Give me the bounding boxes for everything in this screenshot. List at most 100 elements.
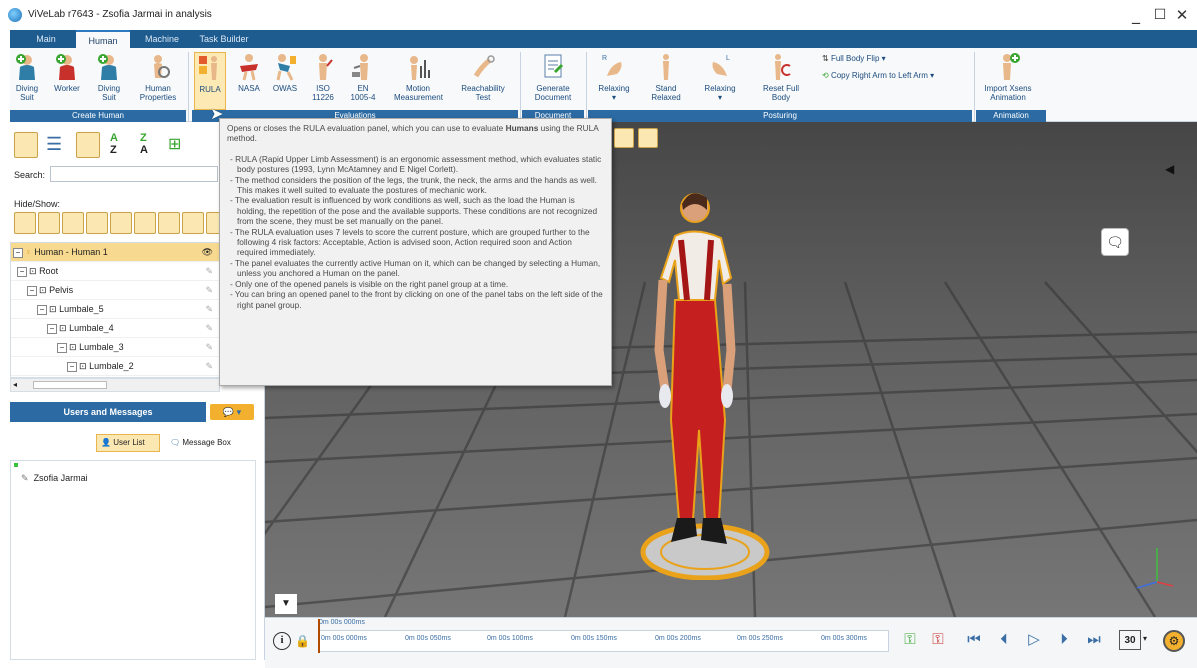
scrollbar-thumb[interactable] (33, 381, 107, 389)
worker-button[interactable]: Worker (50, 52, 84, 110)
bone-icon: ⊡ (79, 361, 87, 371)
minimize-button[interactable]: _ (1125, 4, 1147, 26)
collapse-icon[interactable]: − (67, 361, 77, 372)
rula-button[interactable]: RULA (194, 52, 226, 110)
en-1005-4-button[interactable]: EN 1005-4 (346, 52, 380, 110)
collapse-icon[interactable]: − (17, 266, 27, 277)
pin-icon[interactable]: ✎ (205, 281, 213, 300)
previous-frame-icon[interactable]: ⏴ (995, 630, 1013, 648)
generate-document-button[interactable]: Generate Document (528, 52, 578, 110)
reachability-test-button[interactable]: Reachability Test (456, 52, 510, 110)
tooltip-item: The RULA evaluation uses 7 levels to sco… (235, 227, 604, 258)
diving-suit-button-2[interactable]: Diving Suit (92, 52, 126, 110)
maximize-button[interactable]: ☐ (1149, 4, 1171, 26)
view-toolbar-icon[interactable] (614, 128, 634, 148)
diving-suit-button[interactable]: Diving Suit (10, 52, 44, 110)
add-worker-icon (56, 54, 75, 80)
tree-item-human[interactable]: − ♀ Human - Human 1 👁 (11, 243, 219, 262)
tree-item-lumbale-2[interactable]: − ⊡ Lumbale_2 ✎ (11, 357, 219, 376)
search-input[interactable] (50, 166, 218, 182)
pin-icon[interactable]: ✎ (205, 300, 213, 319)
comment-icon[interactable]: 🗨 (1101, 228, 1129, 256)
hide-show-label: Hide/Show: (14, 199, 61, 209)
tab-main[interactable]: Main (24, 30, 68, 48)
full-body-flip-button[interactable]: ⇅ Full Body Flip ▾ (822, 54, 886, 63)
scene-tree: − ♀ Human - Human 1 👁 − ⊡ Root ✎ − ⊡ Pelvis ✎ … (10, 242, 220, 378)
tree-item-lumbale-4[interactable]: − ⊡ Lumbale_4 ✎ (11, 319, 219, 338)
next-frame-icon[interactable]: ⏵ (1055, 630, 1073, 648)
info-icon[interactable]: i (273, 632, 291, 650)
user-list-button[interactable]: 👤 User List (96, 434, 160, 452)
collapse-icon[interactable]: − (37, 304, 47, 315)
fps-button[interactable]: 30 (1119, 630, 1141, 650)
human-filter-icon[interactable] (14, 212, 36, 234)
relaxing-right-button[interactable]: R Relaxing ▾ (594, 52, 634, 110)
playhead[interactable] (318, 619, 320, 653)
message-box-button[interactable]: 🗨 Message Box (170, 435, 231, 451)
group-filter-icon[interactable] (86, 212, 108, 234)
object-filter-icon[interactable] (62, 212, 84, 234)
visibility-eye-icon[interactable]: 👁 (202, 243, 213, 262)
add-keyframe-icon[interactable]: ⚿ (901, 630, 919, 648)
go-to-end-icon[interactable]: ⏭ (1085, 630, 1103, 648)
separator (188, 52, 189, 122)
tree-item-lumbale-5[interactable]: − ⊡ Lumbale_5 ✎ (11, 300, 219, 319)
horizontal-scrollbar[interactable]: ◂ (10, 378, 220, 392)
current-time-label: 0m 00s 000ms (319, 619, 365, 626)
pin-icon[interactable]: ✎ (205, 338, 213, 357)
fps-dropdown-icon[interactable]: ▾ (1143, 634, 1147, 643)
link-filter-icon[interactable] (110, 212, 132, 234)
tab-machine[interactable]: Machine (138, 30, 186, 48)
owas-button[interactable]: OWAS (268, 52, 302, 110)
collapse-icon[interactable]: − (47, 323, 57, 334)
lock-icon[interactable]: 🔒 (295, 634, 310, 648)
copy-right-arm-button[interactable]: ⟲ Copy Right Arm to Left Arm ▾ (822, 71, 934, 80)
window-title: ViVeLab r7643 - Zsofia Jarmai in analysi… (28, 9, 212, 20)
bone-icon: ⊡ (59, 323, 67, 333)
iso-11226-button[interactable]: ISO 11226 (306, 52, 340, 110)
joint-filter-icon[interactable] (134, 212, 156, 234)
view-toolbar-icon-2[interactable] (638, 128, 658, 148)
import-xsens-button[interactable]: Import Xsens Animation (978, 52, 1038, 110)
list-view-icon[interactable]: ☰ (46, 134, 62, 155)
relaxing-left-button[interactable]: L Relaxing ▾ (700, 52, 740, 110)
sort-a-z-icon[interactable]: AZ (110, 132, 118, 156)
go-to-start-icon[interactable]: ⏮ (965, 630, 983, 648)
expand-tree-icon[interactable]: ⊞ (168, 134, 181, 154)
collapse-icon[interactable]: − (57, 342, 67, 353)
tree-toolbar: ☰ AZ ZA ⊞ (14, 132, 224, 160)
collapse-right-panel-icon[interactable]: ◀ (1165, 162, 1174, 176)
settings-gear-icon[interactable]: ⚙ (1163, 630, 1185, 652)
pin-icon[interactable]: ✎ (205, 262, 213, 281)
collapse-icon[interactable]: − (13, 247, 23, 258)
remove-keyframe-icon[interactable]: ⚿ (929, 630, 947, 648)
reset-full-body-button[interactable]: Reset Full Body (758, 52, 804, 110)
human-model[interactable] (635, 180, 775, 580)
user-list-item[interactable]: ✎ Zsofia Jarmai (21, 473, 88, 484)
collapse-icon[interactable]: − (27, 285, 37, 296)
motion-measurement-button[interactable]: Motion Measurement (394, 52, 443, 110)
tree-view-icon[interactable] (14, 132, 38, 158)
tree-item-pelvis[interactable]: − ⊡ Pelvis ✎ (11, 281, 219, 300)
human-properties-icon (154, 55, 170, 78)
animation-filter-icon[interactable] (158, 212, 180, 234)
pin-icon[interactable]: ✎ (205, 357, 213, 376)
tab-task-builder[interactable]: Task Builder (194, 30, 254, 48)
human-properties-button[interactable]: Human Properties (136, 52, 180, 110)
tab-human[interactable]: Human (76, 30, 130, 48)
iso-icon (319, 54, 333, 80)
nasa-button[interactable]: NASA (232, 52, 266, 110)
pin-icon[interactable]: ✎ (205, 319, 213, 338)
stand-relaxed-button[interactable]: Stand Relaxed (646, 52, 686, 110)
play-icon[interactable]: ▷ (1025, 630, 1043, 648)
sensor-filter-icon[interactable] (182, 212, 204, 234)
expand-timeline-button[interactable]: ▼ (275, 594, 297, 614)
close-button[interactable]: ✕ (1171, 4, 1193, 26)
calendar-sort-icon[interactable] (76, 132, 100, 158)
chat-dropdown-button[interactable]: 💬 ▾ (210, 404, 254, 420)
sort-z-a-icon[interactable]: ZA (140, 132, 148, 156)
tree-item-root[interactable]: − ⊡ Root ✎ (11, 262, 219, 281)
tree-item-lumbale-3[interactable]: − ⊡ Lumbale_3 ✎ (11, 338, 219, 357)
tool-filter-icon[interactable] (38, 212, 60, 234)
scroll-left-icon[interactable]: ◂ (13, 380, 17, 389)
